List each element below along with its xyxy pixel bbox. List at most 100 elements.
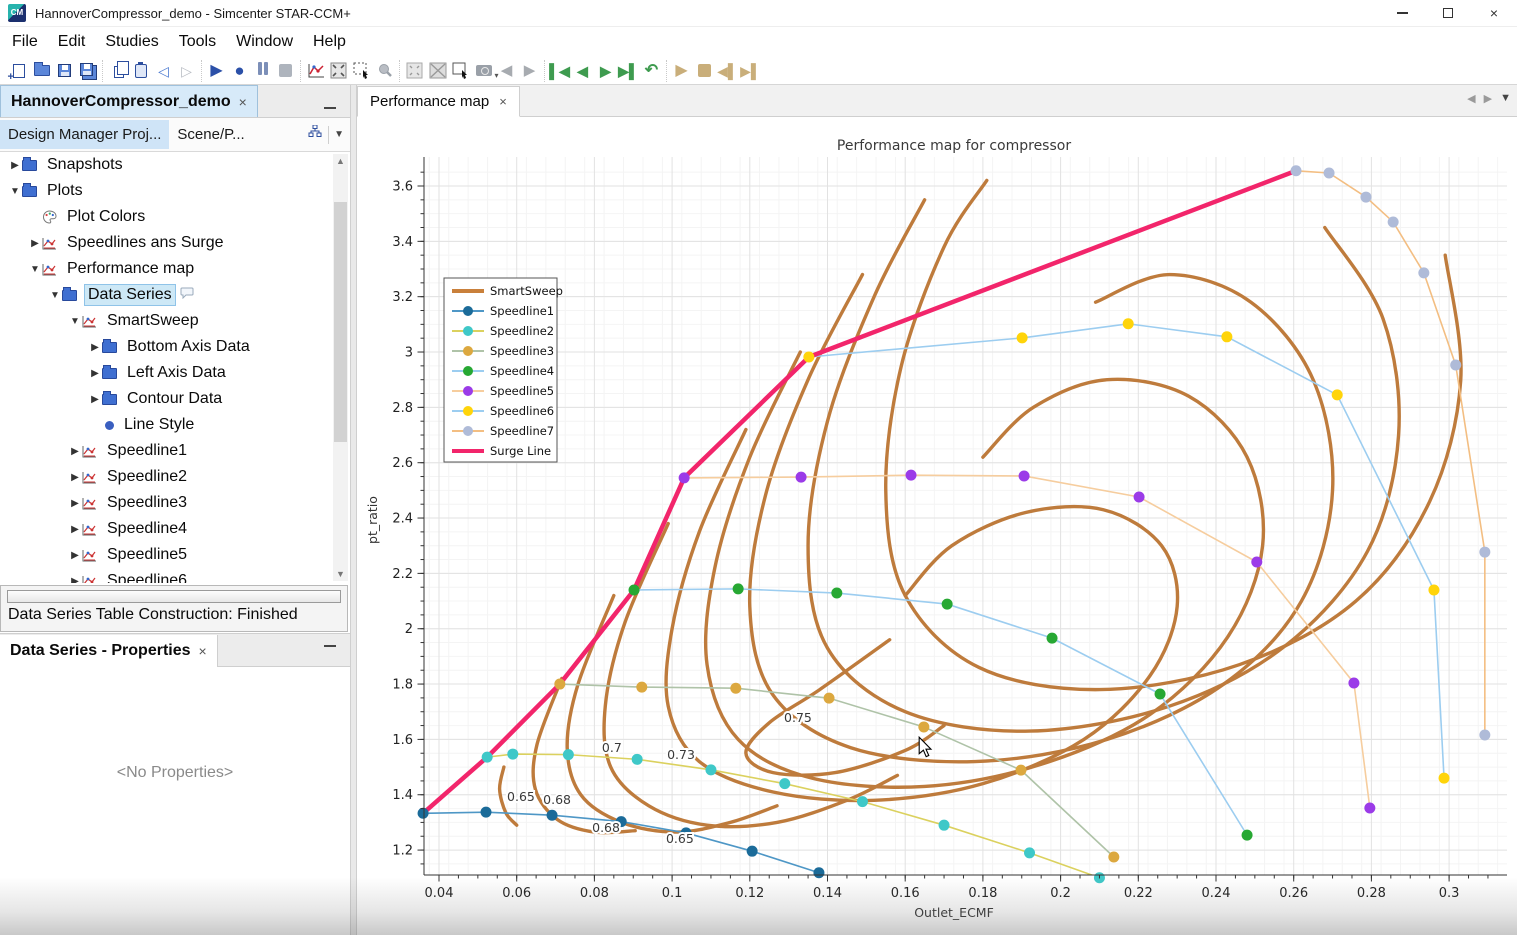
expand-icon[interactable]: ▶ [68,498,82,509]
menu-item-studies[interactable]: Studies [95,29,168,55]
tree-item-smartsweep[interactable]: ▼SmartSweep [0,308,350,334]
new-simulation-icon[interactable]: + [7,60,30,82]
maximize-button[interactable] [1425,0,1471,26]
view-back-icon[interactable]: ◀ [495,60,518,82]
tree-item-speedlines-ans-surge[interactable]: ▶Speedlines ans Surge [0,230,350,256]
menu-item-tools[interactable]: Tools [169,29,226,55]
screenshot-icon[interactable] [472,60,495,82]
no-zoom-icon[interactable] [426,60,449,82]
panel-splitter[interactable] [350,85,357,935]
pause-icon[interactable] [251,60,274,82]
chart-title: Performance map for compressor [837,138,1071,154]
properties-close-icon[interactable]: × [199,643,207,659]
svg-text:0.24: 0.24 [1202,886,1231,901]
expand-icon[interactable]: ▶ [88,394,102,405]
expand-icon[interactable]: ▶ [68,446,82,457]
record-icon[interactable]: ● [228,60,251,82]
undo-icon[interactable]: ↶ [640,60,663,82]
scroll-down-icon[interactable]: ▼ [333,567,348,581]
progress-bar [7,590,341,603]
copy-icon[interactable] [106,60,129,82]
menu-item-help[interactable]: Help [303,29,356,55]
collapse-icon[interactable]: ▼ [8,186,22,197]
design-step-back-icon[interactable]: ◀▌ [716,60,739,82]
forward-icon[interactable]: ▷ [175,60,198,82]
tab-scroll-left-icon[interactable]: ◀ [1467,92,1475,105]
expand-icon[interactable]: ▶ [28,238,42,249]
hierarchy-view-icon[interactable] [307,125,323,145]
tab-simulation[interactable]: HannoverCompressor_demo × [0,85,258,117]
rubberband-zoom-icon[interactable] [449,60,472,82]
subtab-design-manager[interactable]: Design Manager Proj... [0,120,169,149]
play-icon[interactable]: ▶ [205,60,228,82]
expand-icon[interactable]: ▶ [68,524,82,535]
scroll-up-icon[interactable]: ▲ [333,154,348,168]
close-button[interactable]: × [1471,0,1517,26]
step-last-icon[interactable]: ▶▌ [617,60,640,82]
paste-icon[interactable] [129,60,152,82]
tree-item-speedline2[interactable]: ▶Speedline2 [0,464,350,490]
expand-icon[interactable]: ▶ [88,342,102,353]
tab-properties[interactable]: Data Series - Properties × [0,635,218,667]
subtab-scene-plot[interactable]: Scene/P... [169,120,252,149]
back-icon[interactable]: ◁ [152,60,175,82]
tree-item-speedline6[interactable]: ▶Speedline6 [0,568,350,583]
view-forward-icon[interactable]: ▶ [518,60,541,82]
tree-item-data-series[interactable]: ▼Data Series [0,282,350,308]
tree-item-speedline3[interactable]: ▶Speedline3 [0,490,350,516]
collapse-icon[interactable]: ▼ [28,264,42,275]
tree-item-left-axis-data[interactable]: ▶Left Axis Data [0,360,350,386]
probe-icon[interactable] [373,60,396,82]
design-stop-icon[interactable] [693,60,716,82]
tab-performance-map[interactable]: Performance map × [357,86,520,117]
collapse-icon[interactable]: ▼ [68,316,82,327]
tree-item-speedline5[interactable]: ▶ Speedline5 [0,542,350,568]
step-first-icon[interactable]: ▌◀ [548,60,571,82]
tree-item-speedline1[interactable]: ▶Speedline1 [0,438,350,464]
tab-list-icon[interactable]: ▼ [1500,92,1511,105]
save-all-icon[interactable] [76,60,99,82]
create-plot-icon[interactable] [304,60,327,82]
step-back-icon[interactable]: ◀ [571,60,594,82]
expand-icon[interactable]: ▶ [68,550,82,561]
plot-workspace: Performance map × ◀ ▶ ▼ 0.650.680.70.730… [357,85,1517,935]
performance-map-chart[interactable]: 0.650.680.70.730.750.680.650.040.060.080… [357,117,1517,935]
tab-scroll-right-icon[interactable]: ▶ [1484,92,1492,105]
svg-text:3: 3 [405,346,413,361]
tree-item-plots[interactable]: ▼Plots [0,178,350,204]
tab-close-icon[interactable]: × [499,94,507,109]
tree-item-performance-map[interactable]: ▼Performance map [0,256,350,282]
minimize-button[interactable] [1379,0,1425,26]
collapse-icon[interactable]: ▼ [48,290,62,301]
scrollbar-thumb[interactable] [334,202,347,442]
expand-icon[interactable]: ▶ [68,472,82,483]
expand-icon[interactable]: ▶ [88,368,102,379]
tab-close-icon[interactable]: × [239,94,247,110]
menu-item-edit[interactable]: Edit [48,29,96,55]
tree-item-label: Speedline5 [104,545,190,565]
tree-item-line-style[interactable]: Line Style [0,412,350,438]
zoom-box-icon[interactable] [403,60,426,82]
panel-minimize-button[interactable] [324,107,336,109]
stop-icon[interactable] [274,60,297,82]
tree-scrollbar[interactable]: ▲ ▼ [333,154,348,581]
expand-icon[interactable]: ▶ [8,160,22,171]
tree-item-plot-colors[interactable]: Plot Colors [0,204,350,230]
save-icon[interactable] [53,60,76,82]
tree-item-speedline4[interactable]: ▶Speedline4 [0,516,350,542]
menu-item-file[interactable]: File [2,29,48,55]
step-forward-icon[interactable]: ▶ [594,60,617,82]
chevron-down-icon[interactable]: ▼ [334,129,344,140]
menu-item-window[interactable]: Window [226,29,303,55]
tree-item-snapshots[interactable]: ▶Snapshots [0,152,350,178]
tree-item-bottom-axis-data[interactable]: ▶Bottom Axis Data [0,334,350,360]
explorer-tab-strip: HannoverCompressor_demo × [0,85,350,118]
tree-item-contour-data[interactable]: ▶Contour Data [0,386,350,412]
rubberband-select-icon[interactable] [350,60,373,82]
expand-icon[interactable]: ▶ [68,576,82,584]
design-play-icon[interactable]: ▶ [670,60,693,82]
design-step-forward-icon[interactable]: ▶▌ [739,60,762,82]
fit-view-icon[interactable] [327,60,350,82]
open-simulation-icon[interactable] [30,60,53,82]
properties-minimize-button[interactable] [324,645,336,647]
